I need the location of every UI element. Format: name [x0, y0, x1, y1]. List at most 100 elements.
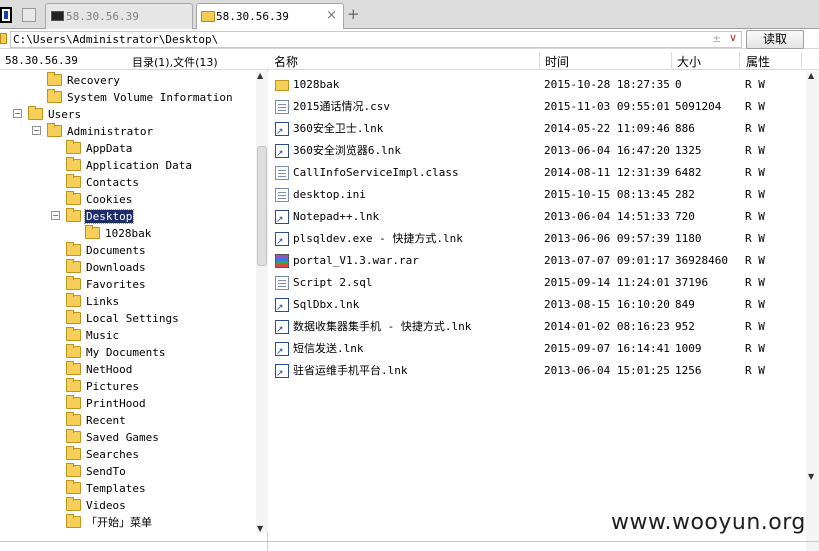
tree-node[interactable]: − Desktop	[0, 208, 255, 225]
file-name: portal_V1.3.war.rar	[293, 254, 419, 267]
tree-node[interactable]: Favorites	[0, 276, 255, 293]
scroll-up-icon[interactable]: ▲	[257, 71, 263, 80]
column-divider[interactable]	[539, 52, 540, 68]
tree-node[interactable]: Recovery	[0, 72, 255, 89]
scroll-down-icon[interactable]: ▼	[257, 524, 263, 533]
folder-icon	[66, 327, 81, 341]
column-size[interactable]: 大小	[677, 53, 701, 70]
window-icon[interactable]	[0, 7, 12, 23]
tab-session-2[interactable]: 58.30.56.39 ×	[196, 3, 344, 29]
clear-path-icon[interactable]: ±	[712, 32, 721, 45]
folder-icon	[66, 140, 81, 154]
tab-label: 58.30.56.39	[216, 10, 289, 23]
folder-icon	[66, 310, 81, 324]
expand-toggle-icon[interactable]: −	[51, 211, 60, 220]
shortcut-icon	[275, 144, 289, 159]
tree-node-label: Cookies	[86, 193, 133, 206]
close-tab-icon[interactable]: ×	[326, 8, 337, 23]
file-size: 1009	[675, 342, 702, 355]
column-divider[interactable]	[801, 52, 802, 68]
file-row[interactable]: 1028bak 2015-10-28 18:27:35 0 R W	[269, 74, 804, 96]
read-button[interactable]: 读取	[746, 30, 804, 49]
file-row[interactable]: Script 2.sql 2015-09-14 11:24:01 37196 R W	[269, 272, 804, 294]
folder-icon	[66, 344, 81, 358]
new-tab-button[interactable]: +	[347, 5, 360, 23]
tree-node-label: Downloads	[86, 261, 146, 274]
tree-node[interactable]: PrintHood	[0, 395, 255, 412]
file-row[interactable]: 短信发送.lnk 2015-09-07 16:14:41 1009 R W	[269, 338, 804, 360]
file-row[interactable]: SqlDbx.lnk 2013-08-15 16:10:20 849 R W	[269, 294, 804, 316]
file-attr: R W	[745, 320, 765, 333]
tree-node[interactable]: 「开始」菜单	[0, 514, 255, 531]
scroll-up-icon[interactable]: ▲	[808, 71, 814, 80]
column-time[interactable]: 时间	[545, 53, 569, 70]
column-divider[interactable]	[739, 52, 740, 68]
tab-bar: 58.30.56.39 58.30.56.39 × +	[0, 0, 819, 29]
shortcut-icon	[275, 298, 289, 313]
column-divider[interactable]	[671, 52, 672, 68]
tree-node[interactable]: Saved Games	[0, 429, 255, 446]
tree-node[interactable]: Templates	[0, 480, 255, 497]
rar-icon	[275, 254, 289, 268]
file-row[interactable]: CallInfoServiceImpl.class 2014-08-11 12:3…	[269, 162, 804, 184]
tree-node[interactable]: System Volume Information	[0, 89, 255, 106]
tree-node-label: 「开始」菜单	[86, 516, 152, 529]
tree-node[interactable]: My Documents	[0, 344, 255, 361]
tree-node[interactable]: − Administrator	[0, 123, 255, 140]
tree-node[interactable]: Links	[0, 293, 255, 310]
file-row[interactable]: 360安全浏览器6.lnk 2013-06-04 16:47:20 1325 R W	[269, 140, 804, 162]
tree-node-label: SendTo	[86, 465, 126, 478]
folder-icon	[66, 497, 81, 511]
folder-icon	[66, 361, 81, 375]
tree-node[interactable]: Music	[0, 327, 255, 344]
file-row[interactable]: 驻省运维手机平台.lnk 2013-06-04 15:01:25 1256 R W	[269, 360, 804, 382]
tab-session-1[interactable]: 58.30.56.39	[45, 3, 193, 29]
tree-node-label: Favorites	[86, 278, 146, 291]
file-row[interactable]: portal_V1.3.war.rar 2013-07-07 09:01:17 36…	[269, 250, 804, 272]
tree-node[interactable]: 1028bak	[0, 225, 255, 242]
file-attr: R W	[745, 100, 765, 113]
file-row[interactable]: desktop.ini 2015-10-15 08:13:45 282 R W	[269, 184, 804, 206]
expand-toggle-icon[interactable]: −	[13, 109, 22, 118]
path-dropdown-icon[interactable]: ∨	[729, 31, 737, 44]
tree-node[interactable]: − Users	[0, 106, 255, 123]
tree-node[interactable]: Pictures	[0, 378, 255, 395]
file-row[interactable]: 数据收集器集手机 - 快捷方式.lnk 2014-01-02 08:16:23 95…	[269, 316, 804, 338]
tree-node[interactable]: Downloads	[0, 259, 255, 276]
scroll-down-icon[interactable]: ▼	[808, 472, 814, 481]
file-row[interactable]: 360安全卫士.lnk 2014-05-22 11:09:46 886 R W	[269, 118, 804, 140]
expand-toggle-icon[interactable]: −	[32, 126, 41, 135]
tree-node[interactable]: Documents	[0, 242, 255, 259]
file-row[interactable]: Notepad++.lnk 2013-06-04 14:51:33 720 R W	[269, 206, 804, 228]
file-name: CallInfoServiceImpl.class	[293, 166, 459, 179]
tree-scrollbar[interactable]: ▲ ▼	[256, 71, 268, 533]
file-attr: R W	[745, 122, 765, 135]
path-input[interactable]: C:\Users\Administrator\Desktop\	[10, 31, 742, 48]
tree-node[interactable]: SendTo	[0, 463, 255, 480]
tree-node[interactable]: Cookies	[0, 191, 255, 208]
file-attr: R W	[745, 298, 765, 311]
tree-node[interactable]: Videos	[0, 497, 255, 514]
tree-node[interactable]: NetHood	[0, 361, 255, 378]
tree-node[interactable]: Recent	[0, 412, 255, 429]
tree-node[interactable]: Local Settings	[0, 310, 255, 327]
column-name[interactable]: 名称	[274, 53, 298, 70]
file-size: 1180	[675, 232, 702, 245]
tree-node[interactable]: Searches	[0, 446, 255, 463]
tree-node[interactable]: AppData	[0, 140, 255, 157]
directory-header: 58.30.56.39 目录(1),文件(13)	[0, 50, 268, 70]
file-row[interactable]: 2015通话情况.csv 2015-11-03 09:55:01 5091204 R …	[269, 96, 804, 118]
tree-node-label: NetHood	[86, 363, 133, 376]
file-time: 2013-06-04 14:51:33	[544, 210, 670, 223]
tree-node-label: Recovery	[67, 74, 120, 87]
file-name: 360安全浏览器6.lnk	[293, 144, 401, 157]
tree-node[interactable]: Application Data	[0, 157, 255, 174]
settings-icon[interactable]	[22, 8, 36, 22]
tab-label: 58.30.56.39	[66, 10, 139, 23]
doc-icon	[275, 188, 289, 202]
column-attr[interactable]: 属性	[746, 53, 770, 70]
scroll-thumb[interactable]	[257, 146, 267, 266]
file-scrollbar[interactable]: ▲ ▼	[806, 71, 819, 551]
tree-node[interactable]: Contacts	[0, 174, 255, 191]
file-row[interactable]: plsqldev.exe - 快捷方式.lnk 2013-06-06 09:57:…	[269, 228, 804, 250]
